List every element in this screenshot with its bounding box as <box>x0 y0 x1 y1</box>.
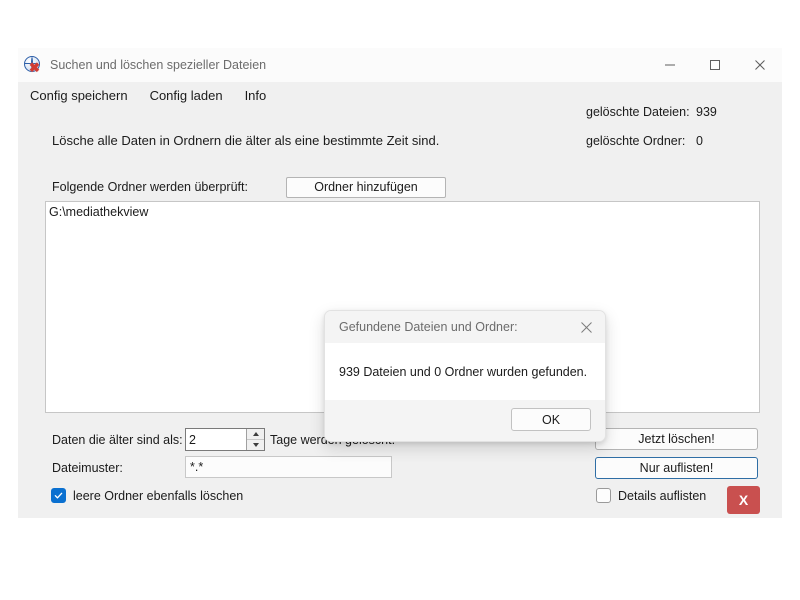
pattern-input[interactable] <box>185 456 392 478</box>
dialog-body: 939 Dateien und 0 Ordner wurden gefunden… <box>325 343 605 400</box>
deleted-folders-value: 0 <box>696 134 703 148</box>
maximize-icon[interactable] <box>692 48 737 82</box>
details-checkbox-row[interactable]: Details auflisten <box>596 488 706 503</box>
details-checkbox-label: Details auflisten <box>618 489 706 503</box>
description-text: Lösche alle Daten in Ordnern die älter a… <box>52 133 439 148</box>
checkbox-checked-icon[interactable] <box>51 488 66 503</box>
deleted-files-value: 939 <box>696 105 717 119</box>
deleted-folders-label: gelöschte Ordner: <box>586 134 685 148</box>
deleted-files-label: gelöschte Dateien: <box>586 105 690 119</box>
dialog-ok-button[interactable]: OK <box>511 408 591 431</box>
empty-folders-checkbox-label: leere Ordner ebenfalls löschen <box>73 489 243 503</box>
dialog-title: Gefundene Dateien und Ordner: <box>339 320 518 334</box>
window-title: Suchen und löschen spezieller Dateien <box>50 58 266 72</box>
list-item[interactable]: G:\mediathekview <box>46 202 759 219</box>
empty-folders-checkbox-row[interactable]: leere Ordner ebenfalls löschen <box>51 488 243 503</box>
title-bar: ✖ Suchen und löschen spezieller Dateien <box>18 48 782 82</box>
dialog-footer: OK <box>325 400 605 442</box>
spinner-down-icon[interactable] <box>247 440 264 450</box>
age-spinner[interactable] <box>185 428 265 451</box>
menu-item-config-laden[interactable]: Config laden <box>150 88 223 103</box>
menu-item-info[interactable]: Info <box>245 88 267 103</box>
delete-now-button[interactable]: Jetzt löschen! <box>595 428 758 450</box>
dialog-message: 939 Dateien und 0 Ordner wurden gefunden… <box>339 365 587 379</box>
menu-item-config-speichern[interactable]: Config speichern <box>30 88 128 103</box>
close-icon[interactable] <box>737 48 782 82</box>
app-globe-delete-icon: ✖ <box>24 56 42 74</box>
list-only-button[interactable]: Nur auflisten! <box>595 457 758 479</box>
found-files-dialog: Gefundene Dateien und Ordner: 939 Dateie… <box>324 310 606 442</box>
window-controls <box>647 48 782 82</box>
checkbox-unchecked-icon[interactable] <box>596 488 611 503</box>
dialog-title-bar: Gefundene Dateien und Ordner: <box>325 311 605 343</box>
folders-label: Folgende Ordner werden überprüft: <box>52 180 248 194</box>
application-window: ✖ Suchen und löschen spezieller Dateien … <box>18 48 782 518</box>
close-app-button[interactable]: X <box>727 486 760 514</box>
age-input[interactable] <box>186 429 246 450</box>
age-spinner-buttons <box>246 429 264 450</box>
dialog-close-icon[interactable] <box>567 311 605 343</box>
minimize-icon[interactable] <box>647 48 692 82</box>
spinner-up-icon[interactable] <box>247 429 264 440</box>
age-label: Daten die älter sind als: <box>52 433 183 447</box>
add-folder-button[interactable]: Ordner hinzufügen <box>286 177 446 198</box>
pattern-label: Dateimuster: <box>52 461 123 475</box>
